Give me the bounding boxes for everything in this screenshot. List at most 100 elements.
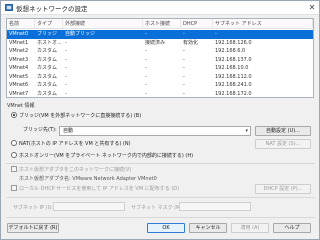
- cell-subnet: 192.168.126.0: [215, 39, 252, 46]
- bridge-to-label: ブリッジ先(T):: [23, 127, 57, 133]
- cell-subnet: 192.168.10.0: [215, 65, 249, 71]
- table-row[interactable]: VMnet0 ブリッジ 自動ブリッジ - - -: [7, 30, 313, 39]
- cell-host: -: [145, 90, 147, 97]
- dhcp-label: ローカル DHCP サービスを使用して IP アドレスを VM に配布する (D…: [19, 186, 180, 192]
- cell-name: VMnet3: [9, 56, 29, 63]
- cell-host: -: [145, 73, 147, 80]
- cell-dhcp: -: [183, 31, 185, 37]
- subnet-mask-input[interactable]: [179, 202, 251, 211]
- header-type[interactable]: タイプ: [35, 19, 63, 29]
- bridged-option[interactable]: ブリッジ(VM を外部ネットワークに直接接続する) (B): [11, 111, 141, 120]
- bridged-radio[interactable]: [11, 111, 17, 118]
- hostonly-label: ホストオンリー(VM をプライベート ネットワーク内で内部的に接続する) (H): [19, 153, 194, 159]
- cell-name: VMnet5: [9, 73, 29, 80]
- table-row[interactable]: VMnet7 カスタム - - -192.168.172.0: [7, 90, 313, 98]
- divider: [6, 163, 315, 164]
- cell-host: -: [145, 56, 147, 63]
- cell-ext: -: [65, 56, 67, 63]
- nat-settings-button[interactable]: NAT 設定 (S)...: [255, 139, 311, 149]
- cell-dhcp: 有効化: [183, 39, 199, 46]
- cell-name: VMnet1: [9, 39, 29, 46]
- apply-button[interactable]: 適用 (A): [231, 223, 269, 233]
- cell-host: 接続済み: [145, 39, 166, 46]
- cell-subnet: 192.168.137.0: [215, 56, 252, 63]
- cell-type: カスタム: [37, 65, 58, 71]
- cell-name: VMnet0: [9, 31, 29, 37]
- header-external[interactable]: 外部接続: [63, 19, 143, 29]
- cell-type: ブリッジ: [37, 31, 58, 37]
- table-row[interactable]: VMnet1 ホストオ... - 接続済み 有効化 192.168.126.0: [7, 39, 313, 48]
- nat-label: NAT(ホストの IP アドレスを VM と共有する) (N): [19, 141, 131, 147]
- subnet-mask-label: サブネット マスク (M):: [131, 205, 185, 211]
- cell-name: VMnet7: [9, 90, 29, 97]
- title-bar: 仮想ネットワークの設定 ✕: [1, 1, 319, 15]
- vmnet-info-label: VMnet 情報: [7, 103, 35, 109]
- window-title: 仮想ネットワークの設定: [16, 5, 88, 13]
- cell-name: VMnet6: [9, 82, 29, 88]
- cell-dhcp: -: [183, 90, 185, 97]
- header-host[interactable]: ホスト接続: [143, 19, 181, 29]
- subnet-ip-label: サブネット IP (I):: [13, 205, 53, 211]
- bridge-to-select[interactable]: 自動 ▾: [59, 126, 251, 136]
- cell-subnet: 192.168.6.0: [215, 48, 246, 54]
- cell-type: カスタム: [37, 48, 58, 54]
- nat-radio[interactable]: [11, 139, 17, 146]
- hostonly-option[interactable]: ホストオンリー(VM をプライベート ネットワーク内で内部的に接続する) (H): [11, 151, 194, 160]
- network-table: 名前 タイプ 外部接続 ホスト接続 DHCP サブネット アドレス VMnet0…: [6, 18, 314, 98]
- dhcp-option[interactable]: ローカル DHCP サービスを使用して IP アドレスを VM に配布する (D…: [11, 184, 180, 193]
- cell-host: -: [145, 65, 147, 71]
- bridge-to-value: 自動: [63, 128, 74, 134]
- ok-button[interactable]: OK: [147, 223, 185, 233]
- network-app-icon: [5, 4, 13, 11]
- cell-host: -: [145, 31, 147, 37]
- cell-type: カスタム: [37, 82, 58, 88]
- cell-dhcp: -: [183, 56, 185, 63]
- table-row[interactable]: VMnet5 カスタム - - -192.168.112.0: [7, 73, 313, 82]
- dhcp-settings-button[interactable]: DHCP 設定 (P)...: [255, 184, 311, 194]
- cell-ext: -: [65, 48, 67, 54]
- cell-type: カスタム: [37, 73, 58, 80]
- cell-ext: 自動ブリッジ: [65, 31, 96, 37]
- cancel-button[interactable]: キャンセル: [189, 223, 227, 233]
- table-row[interactable]: VMnet3 カスタム - - -192.168.137.0: [7, 56, 313, 65]
- cell-type: ホストオ...: [37, 39, 62, 46]
- cell-ext: -: [65, 39, 67, 46]
- cell-name: VMnet4: [9, 65, 29, 71]
- help-button[interactable]: ヘルプ: [273, 223, 311, 233]
- cell-ext: -: [65, 82, 67, 88]
- hostonly-radio[interactable]: [11, 151, 17, 158]
- host-adapter-option[interactable]: ホスト仮想アダプタをこのネットワークに接続(V): [11, 165, 132, 174]
- cell-subnet: 192.168.241.0: [215, 82, 252, 88]
- close-button[interactable]: ✕: [307, 3, 317, 12]
- header-dhcp[interactable]: DHCP: [181, 19, 213, 29]
- cell-ext: -: [65, 73, 67, 80]
- cell-dhcp: -: [183, 82, 185, 88]
- dhcp-checkbox[interactable]: [11, 184, 17, 191]
- cell-subnet: 192.168.112.0: [215, 73, 252, 80]
- cell-host: -: [145, 82, 147, 88]
- subnet-ip-input[interactable]: [53, 202, 125, 211]
- restore-defaults-button[interactable]: デフォルトに戻す (R): [7, 223, 59, 233]
- header-subnet[interactable]: サブネット アドレス: [213, 19, 313, 29]
- auto-settings-button[interactable]: 自動設定 (U)...: [255, 126, 311, 136]
- table-row[interactable]: VMnet4 カスタム - - - 192.168.10.0: [7, 64, 313, 73]
- host-adapter-label: ホスト仮想アダプタをこのネットワークに接続(V): [19, 167, 132, 173]
- table-row[interactable]: VMnet2 カスタム - - - 192.168.6.0: [7, 47, 313, 56]
- virtual-network-editor-window: 仮想ネットワークの設定 ✕ 名前 タイプ 外部接続 ホスト接続 DHCP サブネ…: [0, 0, 320, 240]
- cell-type: カスタム: [37, 56, 58, 63]
- nat-option[interactable]: NAT(ホストの IP アドレスを VM と共有する) (N): [11, 139, 131, 148]
- cell-dhcp: -: [183, 65, 185, 71]
- divider: [6, 197, 315, 198]
- table-header: 名前 タイプ 外部接続 ホスト接続 DHCP サブネット アドレス: [7, 19, 313, 29]
- divider: [6, 217, 315, 218]
- cell-subnet: 192.168.172.0: [215, 90, 252, 97]
- header-name[interactable]: 名前: [7, 19, 35, 29]
- host-adapter-name: ホスト仮想アダプタ名: VMware Network Adapter VMnet…: [19, 176, 157, 182]
- cell-dhcp: -: [183, 48, 185, 54]
- cell-subnet: -: [215, 31, 217, 37]
- cell-host: -: [145, 48, 147, 54]
- host-adapter-checkbox[interactable]: [11, 165, 17, 172]
- table-row[interactable]: VMnet6 カスタム - - - 192.168.241.0: [7, 81, 313, 90]
- cell-ext: -: [65, 65, 67, 71]
- cell-dhcp: -: [183, 73, 185, 80]
